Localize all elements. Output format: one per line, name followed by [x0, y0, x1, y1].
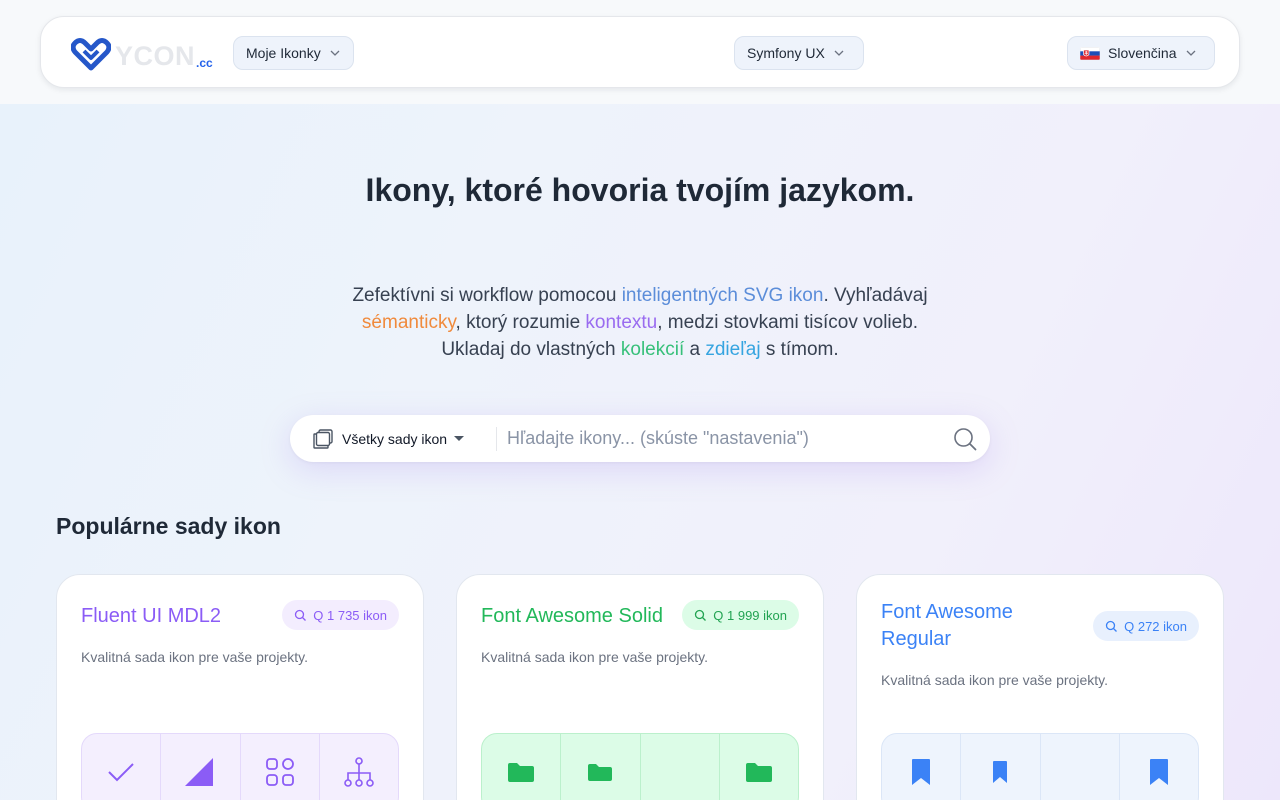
bookmark-icon — [912, 759, 931, 785]
framework-label: Symfony UX — [747, 45, 825, 61]
icon-preview-strip — [81, 733, 399, 800]
logo-text: YCON — [115, 41, 196, 71]
search-icon — [1105, 620, 1118, 632]
apps-grid-icon — [265, 758, 294, 786]
heart-logo-icon — [71, 38, 111, 71]
copy-stack-icon — [313, 428, 333, 449]
chevron-down-icon — [330, 50, 340, 56]
icon-set-selector-label: Všetky sady ikon — [342, 430, 448, 447]
subtitle-text: , ktorý rozumie — [455, 312, 586, 333]
icon-tile[interactable] — [641, 734, 720, 800]
checkmark-icon — [108, 763, 134, 782]
icon-tile[interactable] — [720, 734, 798, 800]
subtitle-text: s tímom. — [760, 339, 839, 360]
icon-tile[interactable] — [1041, 734, 1120, 800]
folder-icon — [745, 763, 772, 782]
icon-set-card[interactable]: Font Awesome Regular Q 272 ikon Kvalitná… — [856, 574, 1224, 800]
icon-set-description: Kvalitná sada ikon pre vaše projekty. — [81, 649, 308, 665]
icon-preview-strip — [481, 733, 799, 800]
folder-small-icon — [588, 764, 613, 781]
icon-tile[interactable] — [961, 734, 1041, 800]
icon-set-title[interactable]: Font Awesome Regular — [881, 599, 1061, 653]
icon-set-card[interactable]: Fluent UI MDL2 Q 1 735 ikon Kvalitná sad… — [56, 574, 424, 800]
icon-preview-strip — [881, 733, 1199, 800]
navbar: YCON .cc Moje Ikonky Symfony UX Slovenči… — [40, 16, 1240, 88]
logo[interactable]: YCON .cc — [71, 35, 213, 71]
hero-subtitle: Zefektívni si workflow pomocou inteligen… — [340, 282, 940, 363]
icon-set-description: Kvalitná sada ikon pre vaše projekty. — [881, 672, 1108, 688]
logo-suffix: .cc — [196, 56, 213, 70]
icon-count-badge: Q 272 ikon — [1093, 611, 1199, 641]
subtitle-highlight-collections: kolekcií — [620, 339, 685, 360]
search-bar: Všetky sady ikon — [290, 415, 990, 462]
icon-tile[interactable] — [82, 734, 162, 800]
org-chart-icon — [344, 757, 374, 787]
slovak-flag-icon — [1080, 46, 1100, 60]
subtitle-text: Zefektívni si workflow pomocou — [352, 285, 622, 306]
subtitle-highlight-share: zdieľaj — [705, 339, 761, 360]
icon-set-selector[interactable]: Všetky sady ikon — [290, 426, 497, 451]
language-dropdown[interactable]: Slovenčina — [1067, 36, 1215, 70]
icon-tile[interactable] — [482, 734, 562, 800]
icon-tile[interactable] — [882, 734, 962, 800]
subtitle-text: a — [684, 339, 706, 360]
icon-set-title[interactable]: Fluent UI MDL2 — [81, 603, 221, 630]
hero-title: Ikony, ktoré hovoria tvojím jazykom. — [365, 172, 915, 208]
icon-count: Q 1 999 ikon — [713, 607, 787, 623]
search-icon[interactable] — [952, 426, 978, 452]
caret-down-icon — [454, 436, 465, 441]
icon-count: Q 1 735 ikon — [313, 607, 387, 623]
icon-count-badge: Q 1 999 ikon — [682, 600, 799, 630]
framework-dropdown[interactable]: Symfony UX — [734, 36, 864, 70]
search-icon — [295, 609, 307, 621]
popular-sets-title: Populárne sady ikon — [56, 513, 281, 539]
my-icons-label: Moje Ikonky — [246, 45, 321, 61]
icon-count-badge: Q 1 735 ikon — [282, 600, 399, 630]
icon-tile[interactable] — [561, 734, 641, 800]
my-icons-dropdown[interactable]: Moje Ikonky — [233, 36, 354, 70]
icon-set-title[interactable]: Font Awesome Solid — [481, 603, 663, 630]
icon-count: Q 272 ikon — [1124, 618, 1187, 634]
icon-tile[interactable] — [320, 734, 398, 800]
chevron-down-icon — [1186, 50, 1195, 56]
subtitle-text: . Vyhľadávaj — [823, 285, 928, 306]
icon-tile[interactable] — [161, 734, 241, 800]
bookmark-small-icon — [993, 761, 1008, 783]
search-icon — [695, 609, 707, 621]
triangle-corner-icon — [185, 758, 214, 786]
icon-tile[interactable] — [241, 734, 320, 800]
subtitle-highlight-context: kontextu — [585, 312, 658, 333]
subtitle-highlight-semantic: sémanticky — [361, 312, 456, 333]
icon-set-card[interactable]: Font Awesome Solid Q 1 999 ikon Kvalitná… — [456, 574, 824, 800]
subtitle-highlight-svg: inteligentných SVG ikon — [621, 285, 824, 306]
search-input[interactable] — [497, 418, 952, 459]
icon-set-description: Kvalitná sada ikon pre vaše projekty. — [481, 649, 708, 665]
chevron-down-icon — [834, 50, 844, 56]
language-label: Slovenčina — [1108, 45, 1177, 61]
icon-tile[interactable] — [1120, 734, 1198, 800]
bookmark-icon — [1149, 759, 1168, 785]
folder-icon — [508, 763, 535, 782]
